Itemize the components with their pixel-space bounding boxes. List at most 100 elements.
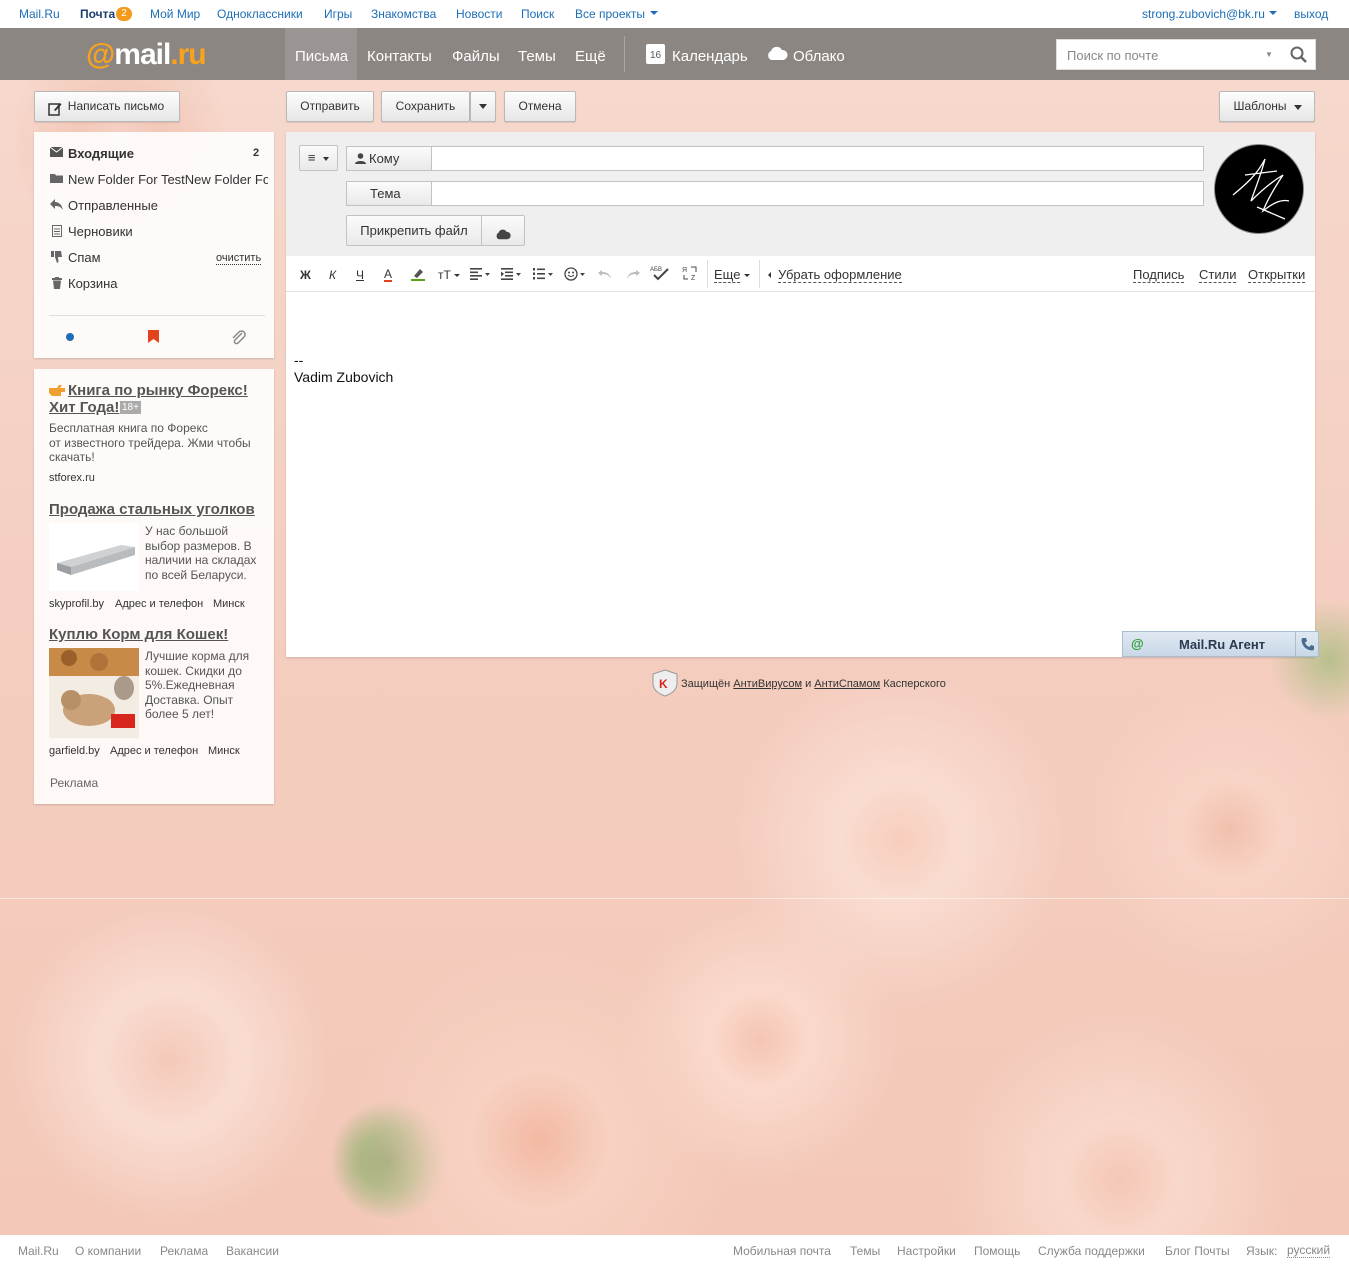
remove-format-link[interactable]: Убрать оформление xyxy=(778,268,902,283)
ad2-image[interactable] xyxy=(49,523,139,591)
footer-link-blog[interactable]: Блог Почты xyxy=(1165,1244,1230,1258)
chevron-down-icon[interactable]: ▼ xyxy=(1265,50,1273,59)
search-icon[interactable] xyxy=(1290,46,1308,67)
portal-link-mail[interactable]: Почта xyxy=(80,7,115,21)
ads-panel: Книга по рынку Форекс! Хит Года! 18+ Бес… xyxy=(34,369,274,804)
antispam-link[interactable]: АнтиСпамом xyxy=(814,678,880,690)
chevron-down-icon xyxy=(479,104,487,110)
send-button[interactable]: Отправить xyxy=(286,91,374,122)
avatar[interactable] xyxy=(1214,144,1304,234)
ad3-address[interactable]: Адрес и телефон xyxy=(110,745,198,757)
footer-link-jobs[interactable]: Вакансии xyxy=(226,1244,279,1258)
to-input[interactable] xyxy=(432,146,1204,171)
footer-link-settings[interactable]: Настройки xyxy=(897,1244,956,1258)
message-body[interactable]: -- Vadim Zubovich xyxy=(294,352,393,386)
flag-filter-icon[interactable] xyxy=(148,330,159,346)
ad-text-line: У нас большой xyxy=(145,524,229,538)
footer-link-mailru[interactable]: Mail.Ru xyxy=(18,1244,59,1258)
phone-icon[interactable] xyxy=(1301,637,1315,654)
folder-drafts[interactable]: Черновики xyxy=(34,222,274,244)
font-color-button[interactable]: A xyxy=(384,268,393,282)
folder-custom[interactable]: New Folder For TestNew Folder For Test xyxy=(34,170,274,192)
portal-link-ok[interactable]: Одноклассники xyxy=(217,7,303,21)
save-button[interactable]: Сохранить xyxy=(381,91,470,122)
underline-button[interactable]: Ч xyxy=(356,268,364,282)
attach-file-button[interactable]: Прикрепить файл xyxy=(346,215,482,246)
portal-link-news[interactable]: Новости xyxy=(456,7,502,21)
attach-from-cloud-button[interactable] xyxy=(481,215,525,246)
ad3-title[interactable]: Куплю Корм для Кошек! xyxy=(49,626,228,643)
footer-link-mobile[interactable]: Мобильная почта xyxy=(733,1244,831,1258)
compose-button[interactable]: Написать письмо xyxy=(34,91,180,122)
to-label: Кому xyxy=(369,151,400,166)
portal-link-games[interactable]: Игры xyxy=(324,7,352,21)
portal-link-search[interactable]: Поиск xyxy=(521,7,554,21)
fields-menu-button[interactable]: ≡ xyxy=(299,145,338,171)
more-format-button[interactable]: Еще xyxy=(714,268,741,283)
font-size-button[interactable]: тТ xyxy=(438,268,451,282)
cards-link[interactable]: Открытки xyxy=(1248,268,1306,283)
paperclip-filter-icon[interactable] xyxy=(230,329,246,348)
templates-button[interactable]: Шаблоны xyxy=(1219,91,1315,122)
clear-spam-link[interactable]: очистить xyxy=(216,252,262,265)
cancel-button[interactable]: Отмена xyxy=(504,91,576,122)
align-icon[interactable] xyxy=(470,268,490,283)
mailru-agent-bar[interactable]: @ Mail.Ru Агент xyxy=(1122,631,1319,657)
to-label-button[interactable]: Кому xyxy=(346,146,432,171)
portal-link-all-projects[interactable]: Все проекты xyxy=(575,7,645,21)
portal-link-mailru[interactable]: Mail.Ru xyxy=(19,7,60,21)
ad1-title-2[interactable]: Хит Года! xyxy=(49,399,119,416)
save-dropdown-button[interactable] xyxy=(470,91,496,122)
portal-link-my-world[interactable]: Мой Мир xyxy=(150,7,200,21)
footer-link-support[interactable]: Служба поддержки xyxy=(1038,1244,1145,1258)
ad2-address[interactable]: Адрес и телефон xyxy=(115,598,203,610)
smiley-icon[interactable] xyxy=(564,267,586,284)
divider xyxy=(624,36,625,72)
footer-link-themes[interactable]: Темы xyxy=(850,1244,880,1258)
nav-letters[interactable]: Письма xyxy=(295,48,348,65)
search-box: Поиск по почте ▼ xyxy=(1056,39,1316,70)
antivirus-link[interactable]: АнтиВирусом xyxy=(733,678,802,690)
logo-at: @ xyxy=(86,38,115,71)
nav-files[interactable]: Файлы xyxy=(452,48,500,65)
nav-contacts[interactable]: Контакты xyxy=(367,48,432,65)
unread-filter-icon[interactable] xyxy=(66,333,74,341)
folder-sent[interactable]: Отправленные xyxy=(34,196,274,218)
bold-button[interactable]: Ж xyxy=(300,268,311,282)
subject-input[interactable] xyxy=(432,181,1204,206)
footer-link-ads[interactable]: Реклама xyxy=(160,1244,208,1258)
portal-link-dating[interactable]: Знакомства xyxy=(371,7,436,21)
search-input[interactable]: Поиск по почте xyxy=(1067,48,1158,63)
footer-link-help[interactable]: Помощь xyxy=(974,1244,1020,1258)
kaspersky-shield-icon: K xyxy=(651,669,679,700)
ad1-domain[interactable]: stforex.ru xyxy=(49,472,95,484)
ad1-title[interactable]: Книга по рынку Форекс! xyxy=(68,382,248,399)
ad2-domain[interactable]: skyprofil.by xyxy=(49,598,104,610)
nav-themes[interactable]: Темы xyxy=(518,48,556,65)
italic-button[interactable]: К xyxy=(329,268,336,282)
footer-lang-select[interactable]: русский xyxy=(1287,1244,1331,1258)
signature-link[interactable]: Подпись xyxy=(1133,268,1185,283)
list-icon[interactable] xyxy=(533,268,553,283)
indent-icon[interactable] xyxy=(501,268,521,283)
ad3-image[interactable] xyxy=(49,648,139,738)
logout-link[interactable]: выход xyxy=(1294,7,1328,21)
nav-more[interactable]: Ещё xyxy=(575,48,606,65)
logo[interactable]: @mail.ru xyxy=(86,38,207,72)
user-email[interactable]: strong.zubovich@bk.ru xyxy=(1142,7,1265,21)
spellcheck-icon[interactable]: АБВ xyxy=(650,265,672,284)
footer-link-about[interactable]: О компании xyxy=(75,1244,141,1258)
ad3-domain[interactable]: garfield.by xyxy=(49,745,100,757)
folder-trash[interactable]: Корзина xyxy=(34,274,274,296)
nav-calendar[interactable]: Календарь xyxy=(672,48,748,65)
folder-spam[interactable]: Спам очистить xyxy=(34,248,274,270)
styles-link[interactable]: Стили xyxy=(1199,268,1237,283)
folder-inbox[interactable]: Входящие 2 xyxy=(34,144,274,166)
translate-icon[interactable]: ЯZ xyxy=(682,265,698,284)
undo-icon[interactable] xyxy=(598,268,612,283)
ads-label: Реклама xyxy=(50,776,99,790)
nav-cloud[interactable]: Облако xyxy=(793,48,845,65)
redo-icon[interactable] xyxy=(626,268,640,283)
ad2-title[interactable]: Продажа стальных уголков xyxy=(49,501,255,518)
highlight-icon[interactable] xyxy=(411,267,425,284)
